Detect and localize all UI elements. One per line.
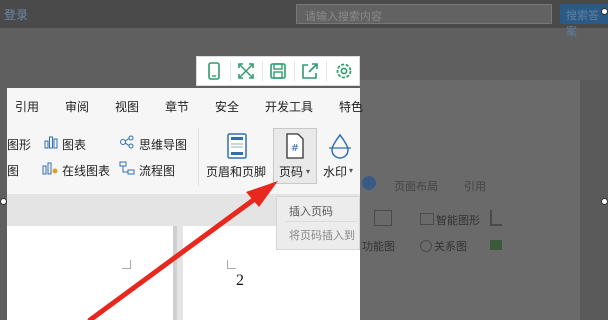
annotation-arrow [87,181,278,320]
